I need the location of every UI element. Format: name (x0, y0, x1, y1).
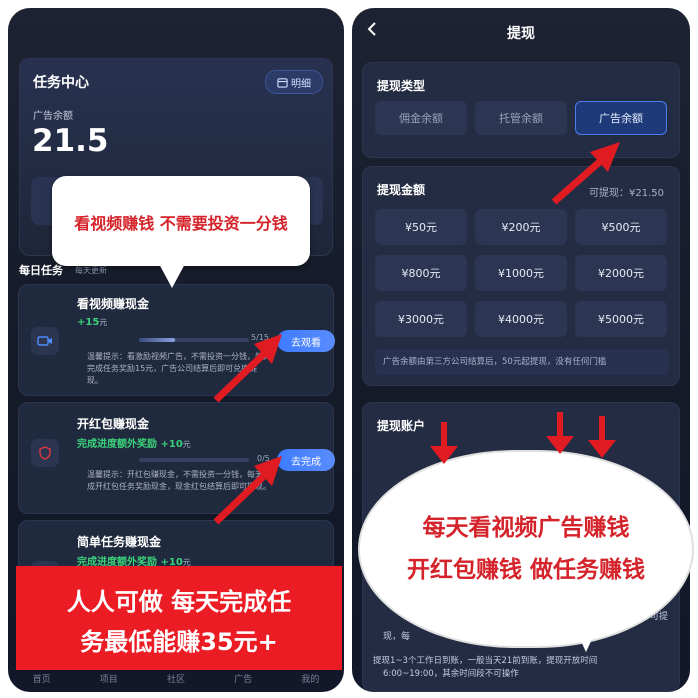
withdraw-notes: 提现1~3个工作日到账，一般当天21前到账，提现开放时间 6:00~19:00，… (373, 655, 677, 681)
nav-item-mine[interactable]: 我的 (301, 672, 319, 685)
withdraw-note-line: 6:00~19:00，其余时间段不可操作 (383, 669, 519, 679)
cloud-callout: 每天看视频广告赚钱 开红包赚钱 做任务赚钱 (360, 452, 692, 646)
daily-tasks-subtitle: 每天更新 (75, 266, 107, 275)
task-reward-amount: +15 (77, 317, 100, 328)
amount-note: 广告余额由第三方公司结算后，50元起提现，没有任何门槛 (375, 349, 669, 375)
amount-option[interactable]: ¥2000元 (575, 255, 667, 291)
type-escrow-button[interactable]: 托管余额 (475, 101, 567, 135)
red-arrow-icon (213, 334, 282, 403)
red-arrow-icon (588, 416, 616, 458)
nav-item-home[interactable]: 首页 (33, 672, 51, 685)
notes-partial: 现，每 (383, 632, 411, 642)
amount-option[interactable]: ¥50元 (375, 209, 467, 245)
task-reward-amount: 完成进度额外奖励 +10 (77, 439, 183, 450)
section-label: 提现金额 (377, 183, 426, 197)
amount-option[interactable]: ¥3000元 (375, 301, 467, 337)
red-arrow-icon (430, 422, 458, 464)
task-reward-unit: 元 (182, 440, 191, 449)
task-reward: +15元 (77, 317, 107, 328)
red-arrow-icon (551, 142, 620, 205)
task-title: 开红包赚现金 (77, 417, 150, 431)
banner-line: 务最低能赚35元+ (80, 628, 278, 656)
page-title: 任务中心 (33, 75, 89, 91)
withdraw-type-section: 提现类型 佣金余额 托管余额 广告余额 (362, 62, 680, 158)
task-progress-fill (139, 338, 176, 342)
video-camera-icon (31, 327, 59, 355)
speech-bubble: 看视频赚钱 不需要投资一分钱 (52, 176, 310, 266)
amount-option[interactable]: ¥800元 (375, 255, 467, 291)
task-reward: 完成进度额外奖励 +10元 (77, 435, 191, 450)
amount-option[interactable]: ¥500元 (575, 209, 667, 245)
detail-button-label: 明细 (291, 78, 311, 90)
calendar-icon (277, 77, 288, 88)
speech-bubble-tail (158, 262, 186, 288)
banner-line: 人人可做 每天完成任 (66, 588, 292, 616)
task-title: 看视频赚现金 (77, 297, 150, 311)
back-arrow-icon[interactable] (366, 21, 378, 42)
amount-option[interactable]: ¥200元 (475, 209, 567, 245)
red-arrow-icon (213, 456, 282, 525)
task-title: 简单任务赚现金 (77, 535, 162, 549)
ad-balance-value: 21.5 (32, 123, 109, 159)
cloud-line: 开红包赚钱 做任务赚钱 (406, 557, 645, 583)
type-ad-balance-button[interactable]: 广告余额 (575, 101, 667, 135)
cloud-callout-tail (572, 622, 600, 652)
task-reward-unit: 元 (99, 318, 108, 327)
nav-item-projects[interactable]: 项目 (100, 672, 118, 685)
detail-button[interactable]: 明细 (265, 70, 323, 94)
bubble-text: 看视频赚钱 不需要投资一分钱 (74, 214, 288, 233)
nav-item-ads[interactable]: 广告 (234, 672, 252, 685)
page-title: 提现 (507, 26, 535, 42)
ad-balance-label: 广告余额 (33, 111, 73, 122)
amount-option[interactable]: ¥4000元 (475, 301, 567, 337)
promo-banner: 人人可做 每天完成任 务最低能赚35元+ (16, 566, 342, 670)
withdraw-amount-section: 提现金额 可提现：¥21.50 ¥50元 ¥200元 ¥500元 ¥800元 ¥… (362, 166, 680, 386)
daily-tasks-title: 每日任务 (19, 264, 63, 277)
withdraw-note-line: 提现1~3个工作日到账，一般当天21前到账，提现开放时间 (373, 656, 598, 666)
amount-option[interactable]: ¥1000元 (475, 255, 567, 291)
red-arrow-icon (546, 412, 574, 454)
nav-item-community[interactable]: 社区 (167, 672, 185, 685)
type-commission-button[interactable]: 佣金余额 (375, 101, 467, 135)
section-label: 提现账户 (377, 419, 426, 433)
section-label: 提现类型 (377, 79, 426, 93)
cloud-line: 每天看视频广告赚钱 (422, 515, 630, 541)
amount-option[interactable]: ¥5000元 (575, 301, 667, 337)
shield-icon (31, 439, 59, 467)
